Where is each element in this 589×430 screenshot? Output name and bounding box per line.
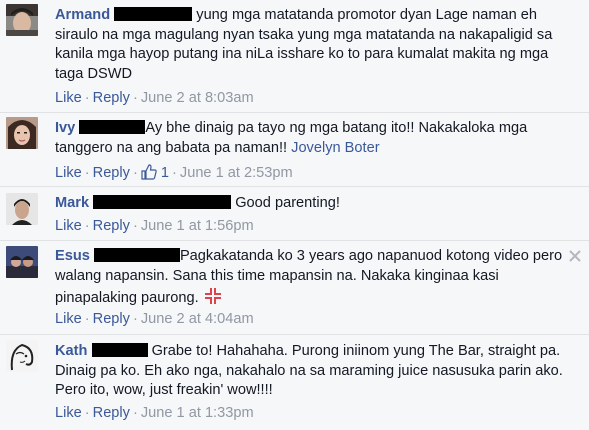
reply-button[interactable]: Reply [93, 405, 130, 421]
separator: · [84, 218, 90, 234]
avatar[interactable] [6, 340, 38, 372]
like-count[interactable]: 1 [141, 164, 170, 184]
commenter-name[interactable]: Ivy [55, 120, 75, 136]
separator: · [132, 165, 138, 181]
comment-actions: Like · Reply · June 2 at 4:04am [55, 311, 254, 327]
separator: · [132, 218, 138, 234]
commenter-name[interactable]: Esus [55, 248, 90, 264]
separator: · [84, 165, 90, 181]
timestamp[interactable]: June 1 at 1:33pm [141, 405, 254, 421]
comment-item: Armand yung mga matatanda promotor dyan … [0, 0, 589, 113]
reply-button[interactable]: Reply [93, 311, 130, 327]
separator: · [132, 405, 138, 421]
mention-link[interactable]: Jovelyn Boter [291, 140, 379, 156]
timestamp[interactable]: June 1 at 2:53pm [180, 165, 293, 181]
thumbs-up-icon [141, 164, 157, 184]
redaction-bar [114, 7, 193, 21]
close-icon[interactable] [569, 249, 581, 262]
comment-actions: Like · Reply · 1 · June 1 at 2:53pm [55, 164, 293, 184]
avatar[interactable] [6, 4, 38, 36]
like-count-value: 1 [160, 165, 170, 181]
comment-text: Good parenting! [235, 195, 340, 211]
commenter-name[interactable]: Armand [55, 7, 110, 23]
timestamp[interactable]: June 2 at 4:04am [141, 311, 254, 327]
reply-button[interactable]: Reply [93, 90, 130, 106]
reply-button[interactable]: Reply [93, 218, 130, 234]
comments-list: Armand yung mga matatanda promotor dyan … [0, 0, 589, 430]
comment-item: Ivy Ay bhe dinaig pa tayo ng mga batang … [0, 113, 589, 187]
timestamp[interactable]: June 1 at 1:56pm [141, 218, 254, 234]
comment-item: Mark Good parenting! Like · Reply · June 1 a… [0, 187, 589, 241]
separator: · [132, 311, 138, 327]
like-button[interactable]: Like [55, 218, 82, 234]
like-button[interactable]: Like [55, 90, 82, 106]
comment-item: Kath Grabe to! Hahahaha. Purong iniinom … [0, 335, 589, 430]
separator: · [84, 405, 90, 421]
reply-button[interactable]: Reply [93, 165, 130, 181]
separator: · [84, 90, 90, 106]
comment-actions: Like · Reply · June 1 at 1:33pm [55, 405, 254, 421]
comment-item: Esus Pagkakatanda ko 3 years ago napanuo… [0, 241, 589, 335]
redaction-bar [79, 120, 146, 134]
separator: · [84, 311, 90, 327]
avatar[interactable] [6, 246, 38, 278]
like-button[interactable]: Like [55, 165, 82, 181]
redaction-bar [93, 195, 232, 209]
comment-actions: Like · Reply · June 1 at 1:56pm [55, 218, 254, 234]
avatar[interactable] [6, 193, 38, 225]
redaction-bar [93, 248, 180, 262]
avatar[interactable] [6, 117, 38, 149]
comment-body: Kath Grabe to! Hahahaha. Purong iniinom … [55, 342, 575, 401]
anger-symbol-icon [203, 286, 223, 313]
separator: · [172, 165, 177, 181]
redaction-bar [91, 343, 148, 357]
like-button[interactable]: Like [55, 311, 82, 327]
comment-body: Mark Good parenting! [55, 194, 575, 214]
comment-body: Ivy Ay bhe dinaig pa tayo ng mga batang … [55, 119, 575, 158]
commenter-name[interactable]: Mark [55, 195, 89, 211]
commenter-name[interactable]: Kath [55, 343, 87, 359]
comment-body: Esus Pagkakatanda ko 3 years ago napanuo… [55, 247, 575, 313]
separator: · [132, 90, 138, 106]
comment-actions: Like · Reply · June 2 at 8:03am [55, 90, 254, 106]
like-button[interactable]: Like [55, 405, 82, 421]
comment-body: Armand yung mga matatanda promotor dyan … [55, 6, 575, 84]
timestamp[interactable]: June 2 at 8:03am [141, 90, 254, 106]
